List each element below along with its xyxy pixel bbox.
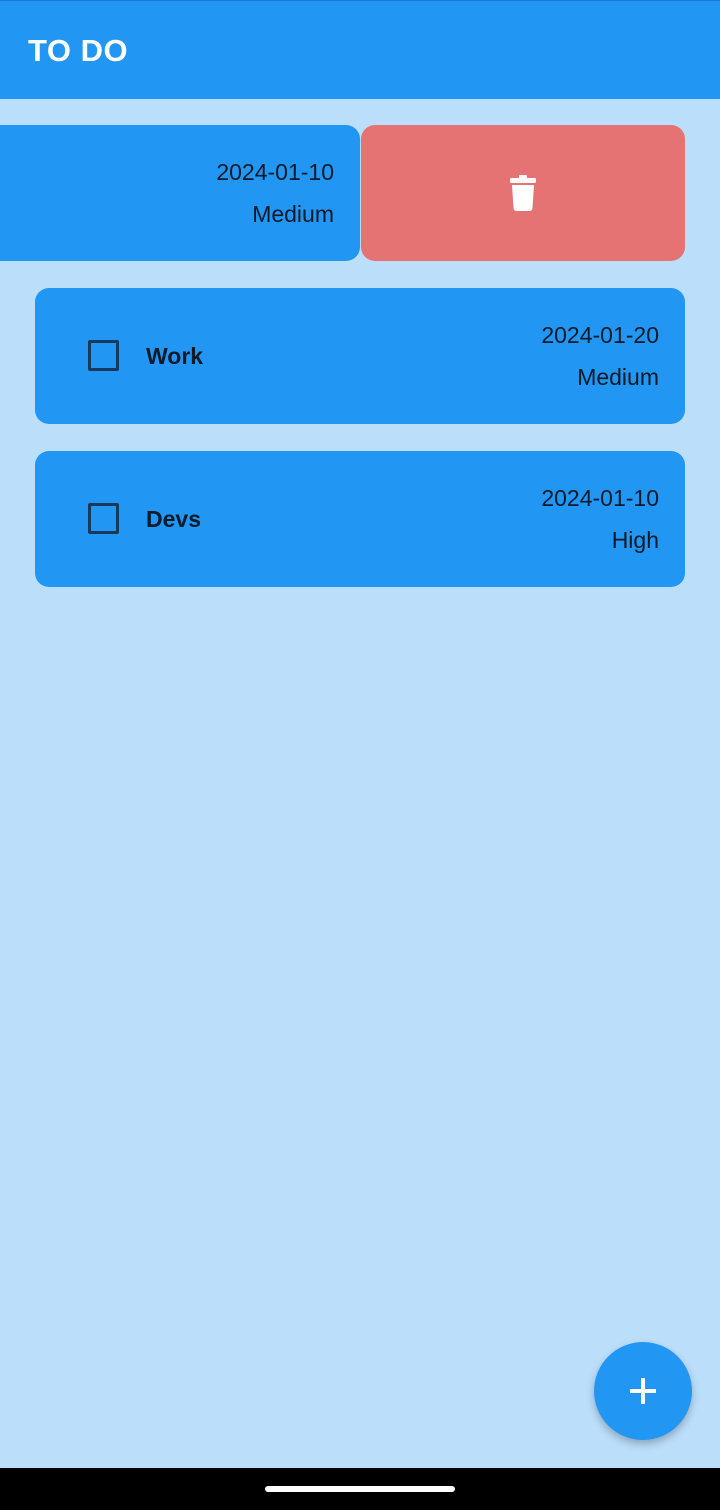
task-checkbox[interactable] [88,340,119,371]
task-title: Work [146,343,204,369]
delete-task-action[interactable] [361,125,685,261]
task-date: 2024-01-10 [541,485,659,511]
add-task-button[interactable] [594,1342,692,1440]
task-priority: High [611,527,659,553]
task-card-swiped[interactable]: 2024-01-10 Medium [0,125,360,261]
home-gesture-handle[interactable] [265,1486,455,1492]
app-bar: TO DO [0,0,720,99]
task-title: Devs [146,506,201,532]
system-navigation-bar [0,1468,720,1510]
task-date: 2024-01-20 [541,322,659,348]
plus-icon [630,1378,656,1404]
page-title: TO DO [28,33,129,68]
task-card[interactable]: Devs 2024-01-10 High [35,451,685,587]
task-checkbox[interactable] [88,503,119,534]
task-priority: Medium [577,364,659,390]
task-card[interactable]: Work 2024-01-20 Medium [35,288,685,424]
trash-icon [510,175,536,211]
task-priority: Medium [252,201,334,227]
task-date: 2024-01-10 [216,159,334,185]
